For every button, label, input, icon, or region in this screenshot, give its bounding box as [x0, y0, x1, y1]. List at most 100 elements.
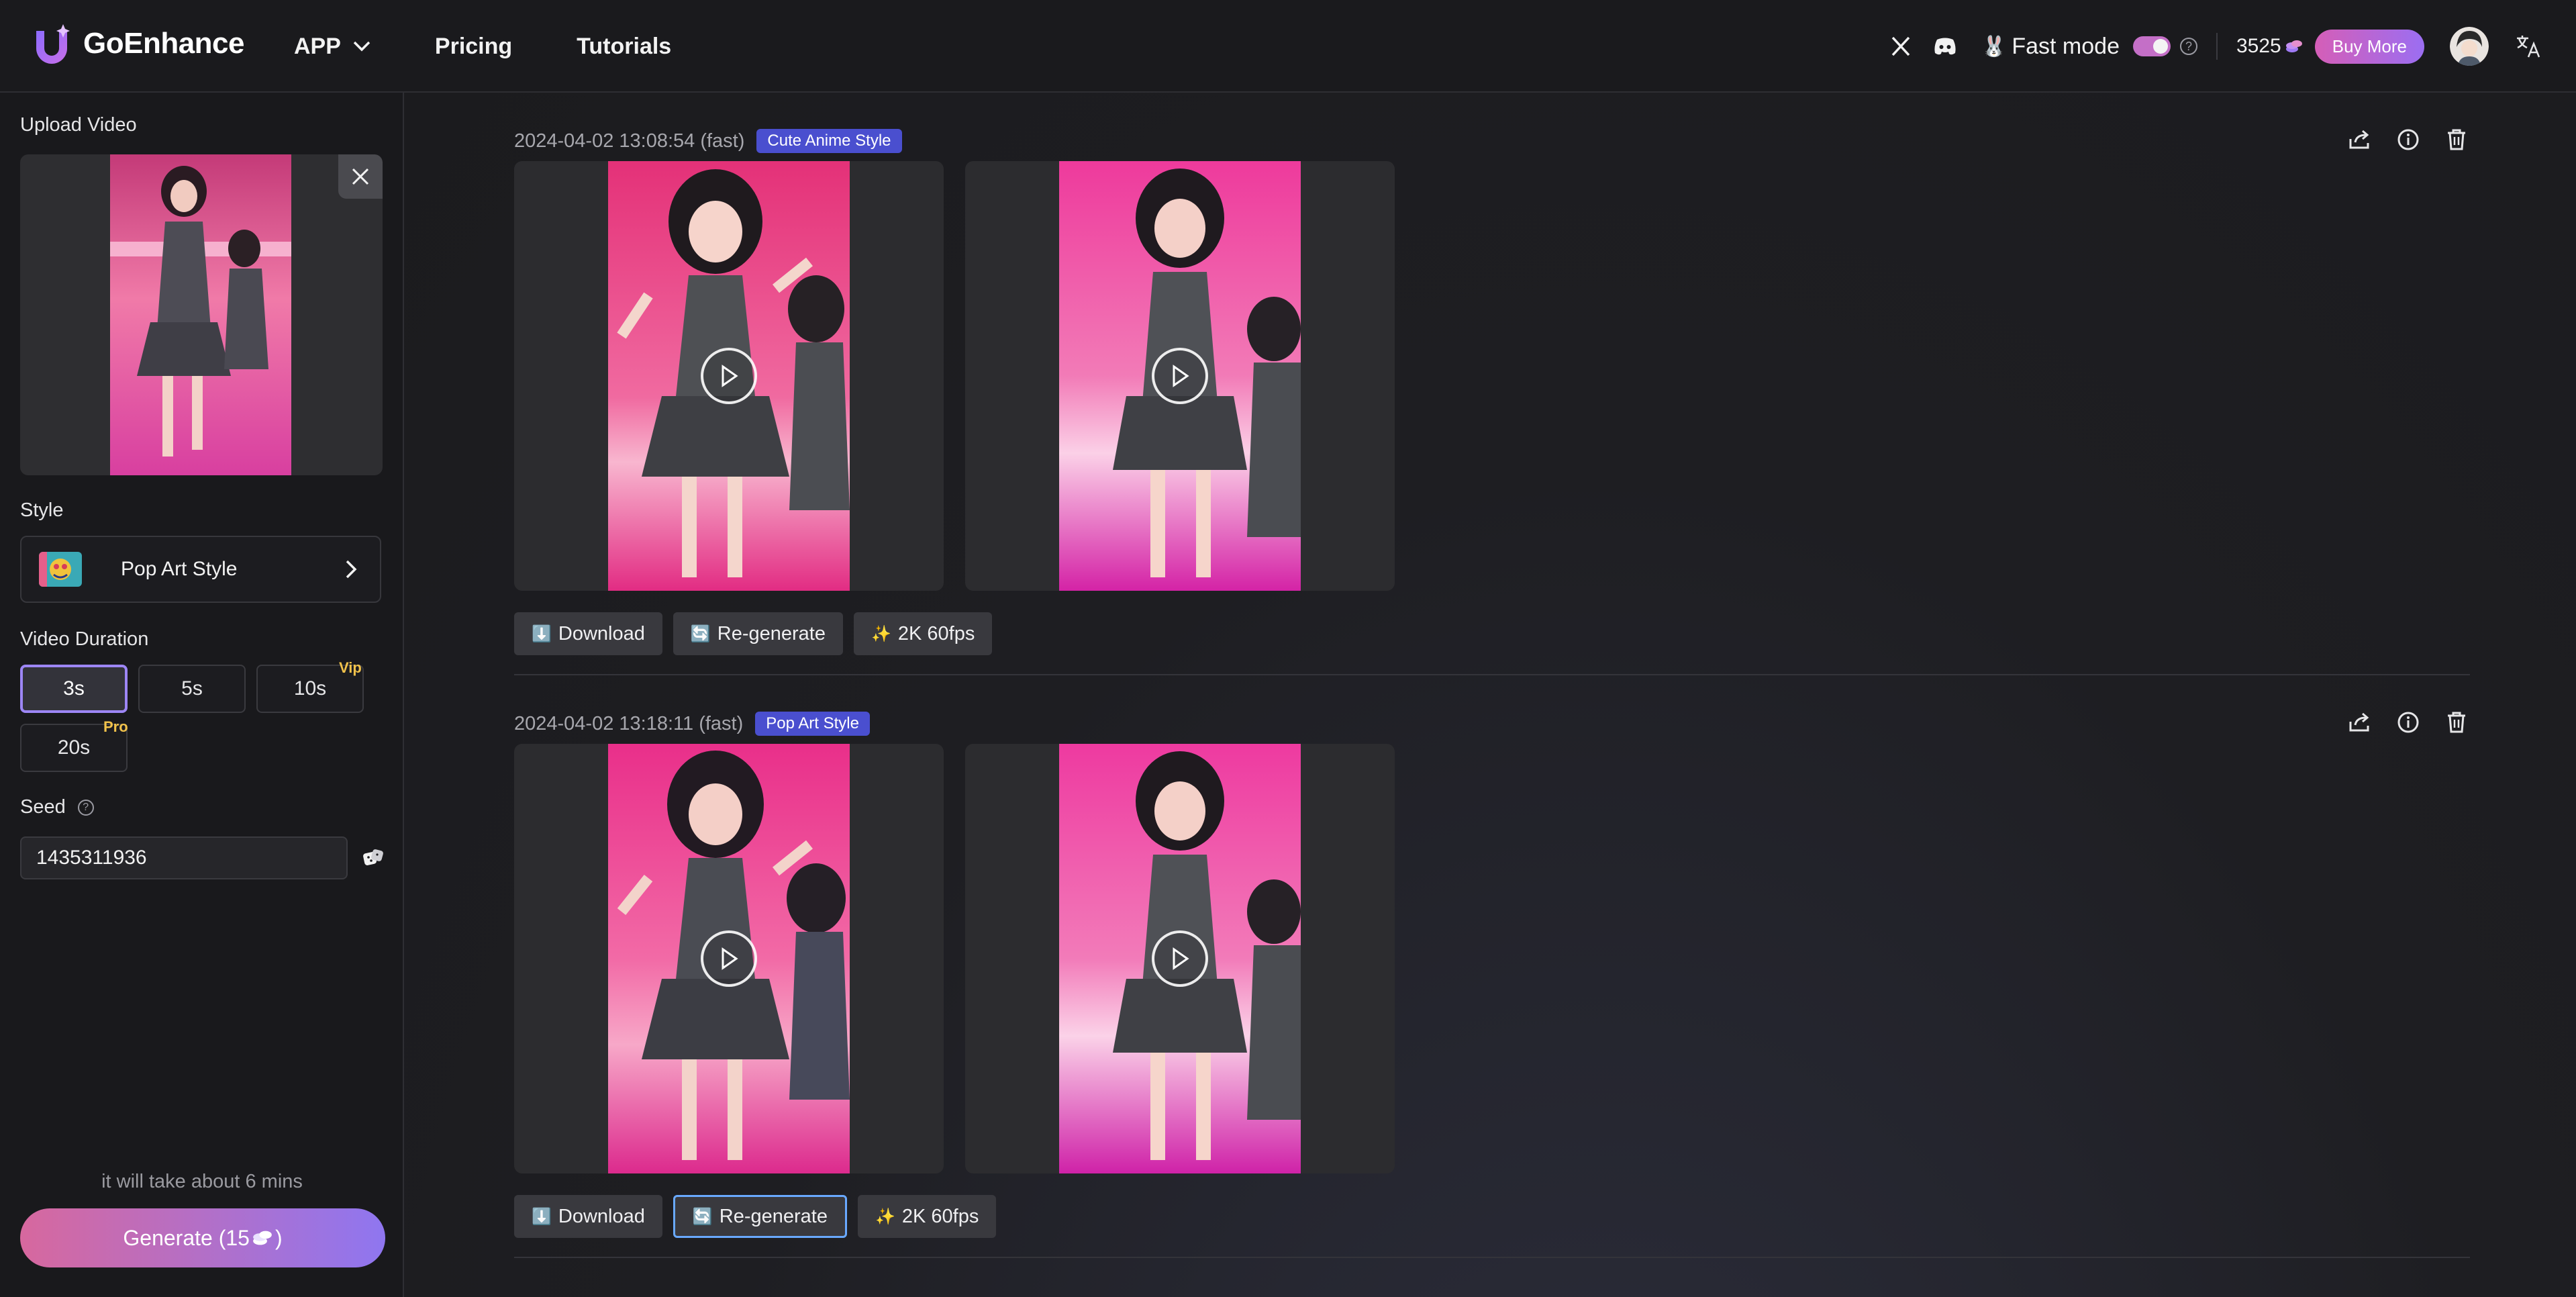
result-video-original[interactable] — [514, 161, 944, 591]
goenhance-logo-icon — [36, 24, 70, 64]
header-actions: 🐰 Fast mode ? 3525 Buy More — [1887, 0, 2542, 93]
coin-icon — [2285, 40, 2302, 52]
task-card: 2024-04-02 13:08:54 (fast) Cute Anime St… — [514, 129, 2470, 679]
chevron-down-icon — [353, 41, 370, 52]
play-icon[interactable] — [701, 930, 757, 987]
discord-icon[interactable] — [1932, 33, 1959, 60]
download-label: Download — [558, 1205, 645, 1227]
nav-tutorials[interactable]: Tutorials — [577, 34, 671, 60]
download-button[interactable]: ⬇️ Download — [514, 1195, 662, 1238]
close-icon — [352, 168, 369, 185]
vip-badge: Vip — [339, 659, 362, 676]
upscale-2k-button[interactable]: ✨ 2K 60fps — [853, 612, 993, 655]
result-video-original[interactable] — [514, 744, 944, 1173]
style-name: Pop Art Style — [121, 558, 238, 580]
top-navbar: GoEnhance APP Pricing Tutorials 🐰 Fast m… — [0, 0, 2576, 93]
nav-pricing-label: Pricing — [434, 33, 513, 59]
share-icon[interactable] — [2346, 709, 2373, 736]
results-panel: 2024-04-02 13:08:54 (fast) Cute Anime St… — [404, 93, 2576, 1297]
fast-mode-label: Fast mode — [2012, 33, 2120, 59]
task-card: 2024-04-02 13:18:11 (fast) Pop Art Style — [514, 712, 2470, 1262]
generate-button[interactable]: Generate (15 ) — [20, 1208, 385, 1267]
download-icon: ⬇️ — [532, 1207, 552, 1226]
coin-icon — [253, 1231, 272, 1245]
sparkles-icon: ✨ — [875, 1207, 895, 1226]
duration-5s-button[interactable]: 5s — [138, 665, 246, 713]
brand-name: GoEnhance — [83, 27, 245, 60]
upscale-2k-button[interactable]: ✨ 2K 60fps — [857, 1195, 997, 1238]
play-icon[interactable] — [1152, 348, 1208, 404]
duration-3s-button[interactable]: 3s — [20, 665, 128, 713]
header-divider — [2216, 33, 2218, 60]
trash-icon[interactable] — [2443, 709, 2470, 736]
task-actions — [2325, 709, 2470, 736]
sparkles-icon: ✨ — [871, 624, 891, 643]
refresh-icon: 🔄 — [692, 1207, 713, 1226]
regenerate-label: Re-generate — [717, 622, 826, 644]
credits-count: 3525 — [2236, 35, 2281, 57]
settings-sidebar: Upload Video Style Pop Art Style Video D… — [0, 93, 404, 1297]
upload-video-dropzone[interactable] — [20, 154, 383, 475]
generate-label: Generate (15 — [123, 1225, 250, 1250]
avatar[interactable] — [2450, 27, 2489, 66]
translate-icon[interactable] — [2514, 32, 2542, 60]
fast-mode: 🐰 Fast mode ? — [1981, 34, 2197, 60]
upscale-label: 2K 60fps — [901, 1205, 979, 1227]
nav-pricing[interactable]: Pricing — [435, 34, 512, 60]
seed-input[interactable] — [20, 836, 348, 879]
dice-icon[interactable] — [362, 847, 384, 869]
info-icon[interactable] — [2395, 709, 2422, 736]
upload-video-label: Upload Video — [20, 114, 137, 136]
info-icon[interactable] — [2395, 126, 2422, 153]
regenerate-button[interactable]: 🔄 Re-generate — [673, 1195, 847, 1238]
main-nav: APP Pricing Tutorials — [294, 0, 736, 93]
nav-app-label: APP — [294, 33, 341, 59]
result-video-stylized[interactable] — [965, 744, 1395, 1173]
task-divider — [514, 1257, 2470, 1258]
remove-video-button[interactable] — [338, 154, 383, 199]
task-meta: 2024-04-02 13:18:11 (fast) Pop Art Style — [514, 712, 870, 736]
nav-app[interactable]: APP — [294, 34, 370, 60]
download-label: Download — [558, 622, 645, 644]
style-selector[interactable]: Pop Art Style — [20, 536, 381, 603]
share-icon[interactable] — [2346, 126, 2373, 153]
fast-mode-toggle[interactable] — [2132, 36, 2171, 56]
task-actions — [2325, 126, 2470, 153]
chevron-right-icon — [346, 560, 357, 579]
pro-badge: Pro — [103, 718, 128, 735]
seed-label-row: Seed ? — [20, 796, 94, 818]
style-tag: Pop Art Style — [755, 712, 870, 736]
nav-tutorials-label: Tutorials — [577, 33, 672, 59]
download-button[interactable]: ⬇️ Download — [514, 612, 662, 655]
style-preview-thumbnail — [39, 552, 82, 587]
x-twitter-icon[interactable] — [1887, 33, 1914, 60]
download-icon: ⬇️ — [532, 624, 552, 643]
regenerate-label: Re-generate — [719, 1205, 828, 1227]
task-timestamp: 2024-04-02 13:08:54 (fast) — [514, 130, 745, 152]
style-label: Style — [20, 499, 64, 521]
refresh-icon: 🔄 — [690, 624, 711, 643]
brand-logo[interactable]: GoEnhance — [30, 21, 245, 66]
seed-label: Seed — [20, 796, 66, 818]
seed-help-icon[interactable]: ? — [77, 799, 94, 816]
generate-suffix: ) — [275, 1225, 283, 1250]
task-meta: 2024-04-02 13:08:54 (fast) Cute Anime St… — [514, 129, 902, 153]
regenerate-button[interactable]: 🔄 Re-generate — [673, 612, 843, 655]
trash-icon[interactable] — [2443, 126, 2470, 153]
bunny-icon: 🐰 — [1981, 35, 2007, 58]
upscale-label: 2K 60fps — [897, 622, 975, 644]
help-icon[interactable]: ? — [2179, 38, 2197, 55]
generation-eta: it will take about 6 mins — [101, 1171, 303, 1192]
play-icon[interactable] — [701, 348, 757, 404]
buy-more-button[interactable]: Buy More — [2314, 29, 2424, 64]
credits-balance: 3525 — [2236, 35, 2303, 58]
task-buttons: ⬇️ Download 🔄 Re-generate ✨ 2K 60fps — [514, 1195, 1007, 1238]
task-divider — [514, 674, 2470, 675]
style-tag: Cute Anime Style — [756, 129, 902, 153]
uploaded-video-thumbnail — [110, 154, 291, 475]
task-timestamp: 2024-04-02 13:18:11 (fast) — [514, 712, 744, 734]
task-buttons: ⬇️ Download 🔄 Re-generate ✨ 2K 60fps — [514, 612, 1003, 655]
video-duration-label: Video Duration — [20, 628, 149, 650]
result-video-stylized[interactable] — [965, 161, 1395, 591]
play-icon[interactable] — [1152, 930, 1208, 987]
